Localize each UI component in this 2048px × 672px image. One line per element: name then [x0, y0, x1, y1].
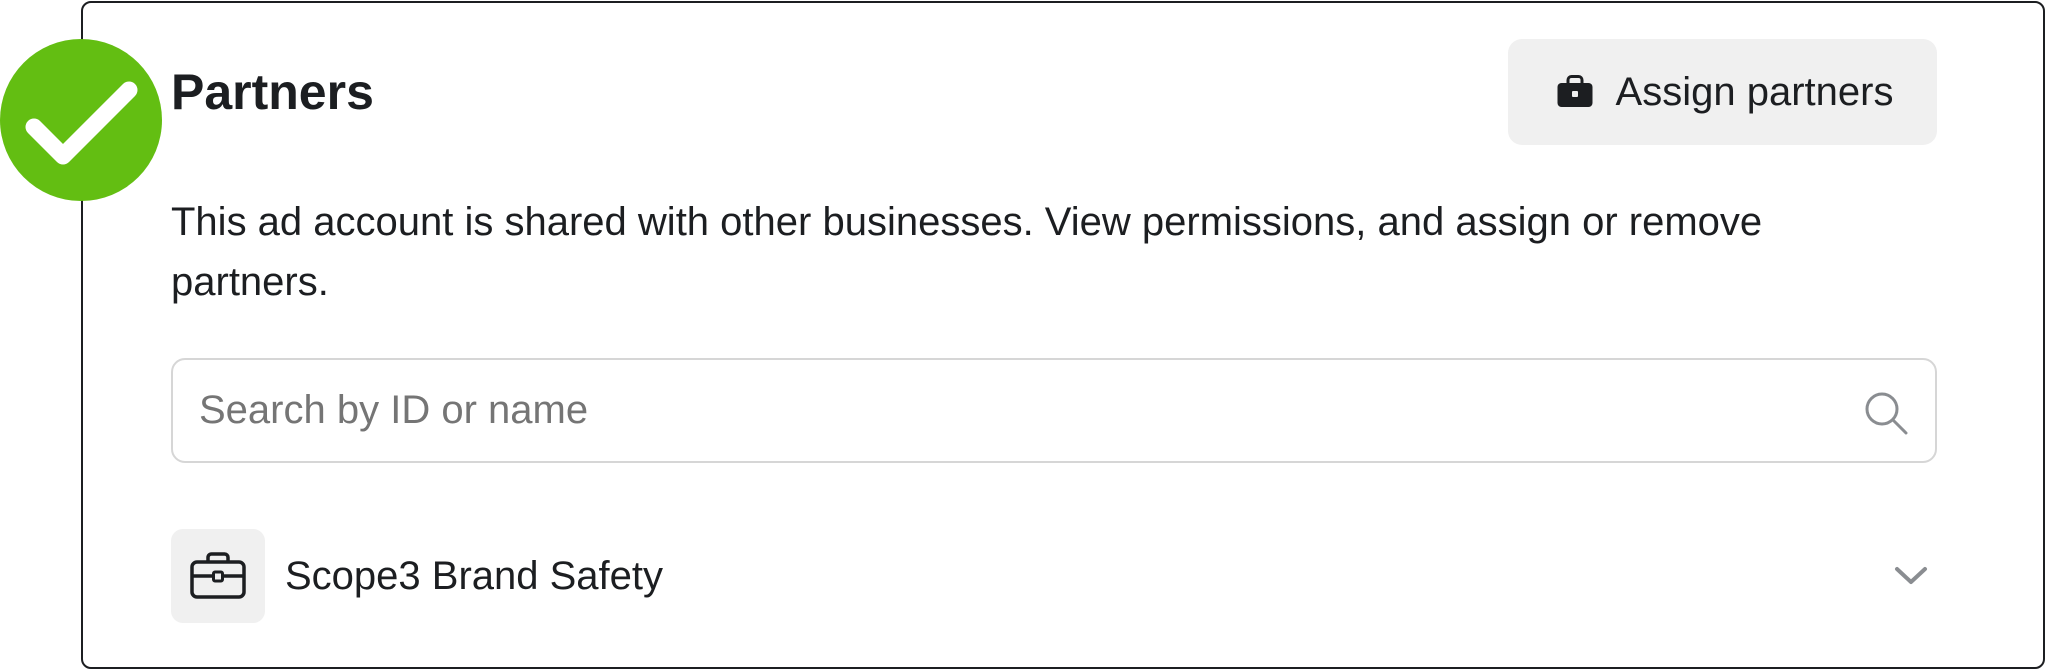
section-description: This ad account is shared with other bus…	[171, 200, 1763, 304]
search-icon[interactable]	[1863, 390, 1909, 436]
search-field[interactable]	[171, 358, 1937, 463]
assign-partners-button[interactable]: Assign partners	[1508, 39, 1937, 145]
chevron-down-icon[interactable]	[1893, 564, 1929, 588]
partner-name: Scope3 Brand Safety	[285, 553, 664, 598]
briefcase-icon	[190, 552, 246, 599]
success-check-badge	[0, 39, 162, 201]
search-input[interactable]	[199, 360, 1819, 461]
checkmark-icon	[25, 81, 138, 165]
assign-partners-label: Assign partners	[1615, 69, 1894, 114]
section-title: Partners	[171, 64, 374, 120]
partner-avatar	[171, 529, 265, 623]
briefcase-icon	[1556, 75, 1594, 109]
partner-row[interactable]: Scope3 Brand Safety	[171, 528, 1937, 624]
